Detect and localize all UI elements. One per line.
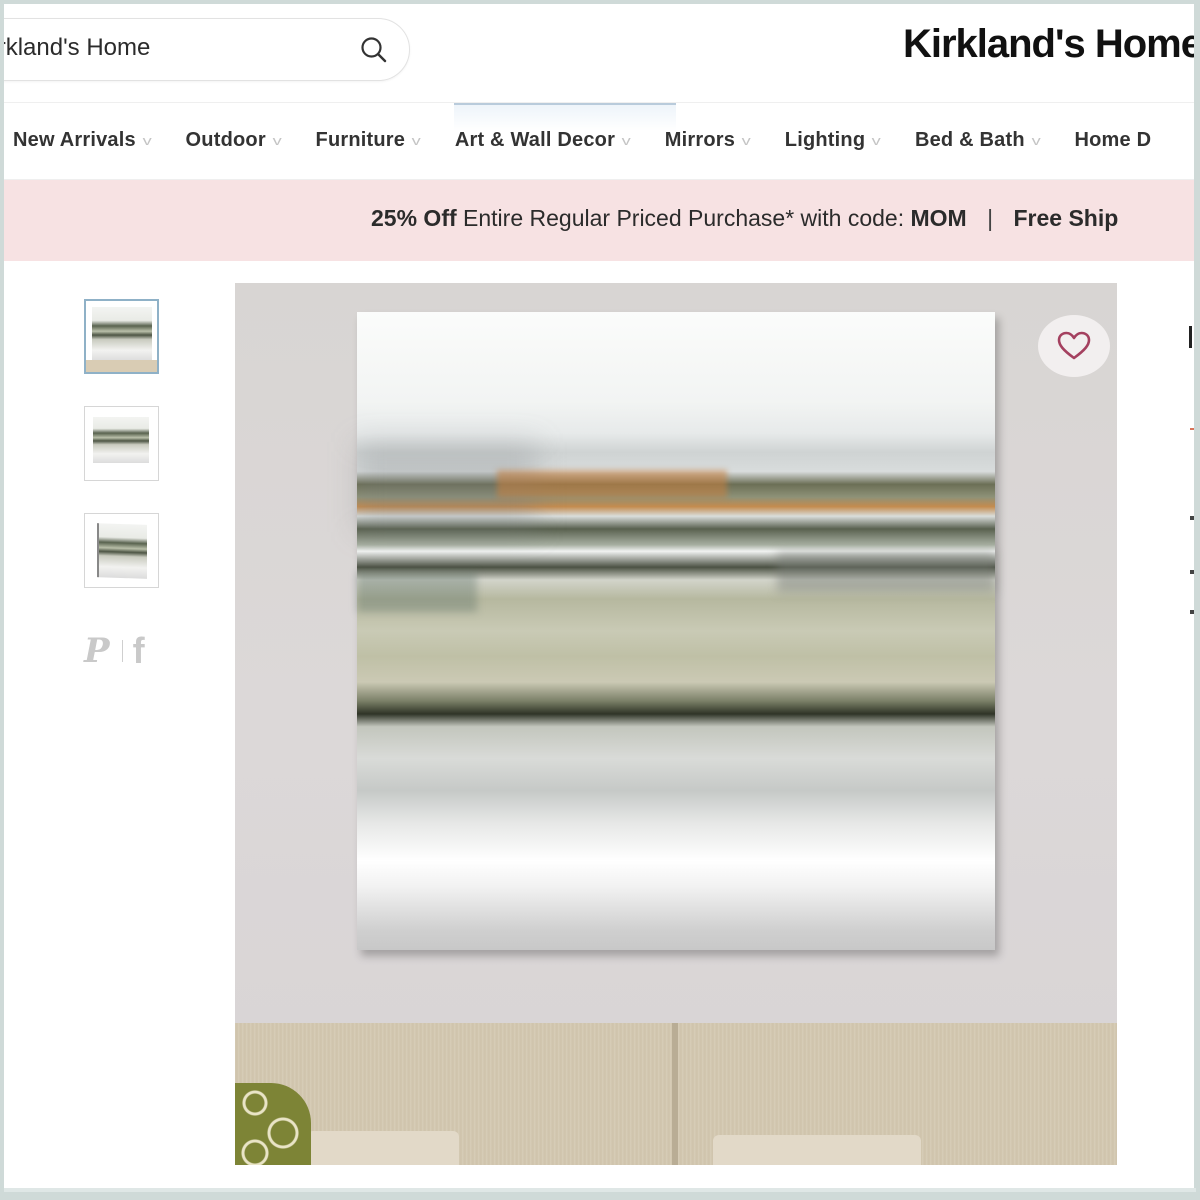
- chevron-down-icon: v: [1031, 133, 1041, 148]
- chevron-down-icon: v: [871, 133, 882, 148]
- chevron-down-icon: v: [621, 133, 632, 148]
- nav-item-art-wall-decor[interactable]: Art & Wall Decor v: [455, 129, 632, 152]
- promo-description: Entire Regular Priced Purchase* with cod…: [463, 205, 905, 231]
- product-title-fragment: [1189, 326, 1192, 348]
- search-bar[interactable]: arch Kirkland's Home: [4, 18, 410, 81]
- thumbnail-angle-view[interactable]: [84, 513, 159, 588]
- scrollbar[interactable]: [1194, 0, 1200, 1188]
- sofa-seam: [672, 1023, 678, 1165]
- nav-item-mirrors[interactable]: Mirrors v: [665, 129, 752, 152]
- facebook-icon[interactable]: f: [133, 630, 145, 672]
- search-icon[interactable]: [359, 35, 389, 65]
- nav-item-lighting[interactable]: Lighting v: [785, 129, 882, 152]
- main-navigation: New Arrivals v Outdoor v Furniture v Art & …: [4, 102, 1196, 180]
- chevron-down-icon: v: [741, 133, 752, 148]
- promo-separator: |: [987, 205, 994, 231]
- thumbnail-front-view[interactable]: [84, 406, 159, 481]
- nav-item-new-arrivals[interactable]: New Arrivals v: [13, 129, 152, 152]
- promo-text: 25% Off Entire Regular Priced Purchase* …: [371, 205, 1118, 232]
- thumbnail-image: [92, 307, 152, 361]
- browser-viewport: arch Kirkland's Home Kirkland's Home New…: [4, 4, 1196, 1192]
- thumbnail-image: [93, 417, 149, 463]
- nav-item-outdoor[interactable]: Outdoor v: [186, 129, 282, 152]
- thumbnail-image: [97, 523, 147, 579]
- chevron-down-icon: v: [142, 133, 152, 148]
- canvas-artwork: [357, 312, 995, 950]
- share-divider: [121, 640, 123, 662]
- pinterest-icon[interactable]: P: [84, 631, 110, 671]
- decorative-pillow: [235, 1083, 311, 1165]
- paint-stroke: [497, 470, 727, 498]
- search-input[interactable]: arch Kirkland's Home: [4, 34, 150, 62]
- chevron-down-icon: v: [272, 133, 282, 148]
- nav-active-indicator: [454, 103, 676, 131]
- thumbnail-room-view[interactable]: [84, 299, 159, 374]
- promo-shipping: Free Ship: [1013, 205, 1119, 231]
- chevron-down-icon: v: [411, 133, 422, 148]
- page-bottom-edge: [4, 1188, 1196, 1192]
- heart-icon: [1057, 331, 1091, 360]
- thumbnail-sofa: [86, 360, 157, 372]
- sofa-cushion: [307, 1131, 459, 1165]
- nav-item-furniture[interactable]: Furniture v: [316, 129, 422, 152]
- nav-item-bed-bath[interactable]: Bed & Bath v: [915, 129, 1041, 152]
- share-links: P f: [84, 630, 145, 672]
- paint-stroke: [777, 552, 995, 592]
- promo-code: MOM: [910, 205, 967, 231]
- nav-item-home-decor[interactable]: Home D: [1074, 129, 1151, 152]
- wishlist-button[interactable]: [1038, 315, 1110, 377]
- main-product-image[interactable]: [235, 283, 1117, 1165]
- site-logo[interactable]: Kirkland's Home: [903, 22, 1196, 67]
- paint-stroke: [357, 572, 477, 612]
- sofa-backdrop: [235, 1023, 1117, 1165]
- promo-discount: 25% Off: [371, 205, 457, 231]
- promo-banner[interactable]: 25% Off Entire Regular Priced Purchase* …: [4, 180, 1196, 261]
- sofa-cushion: [713, 1135, 921, 1165]
